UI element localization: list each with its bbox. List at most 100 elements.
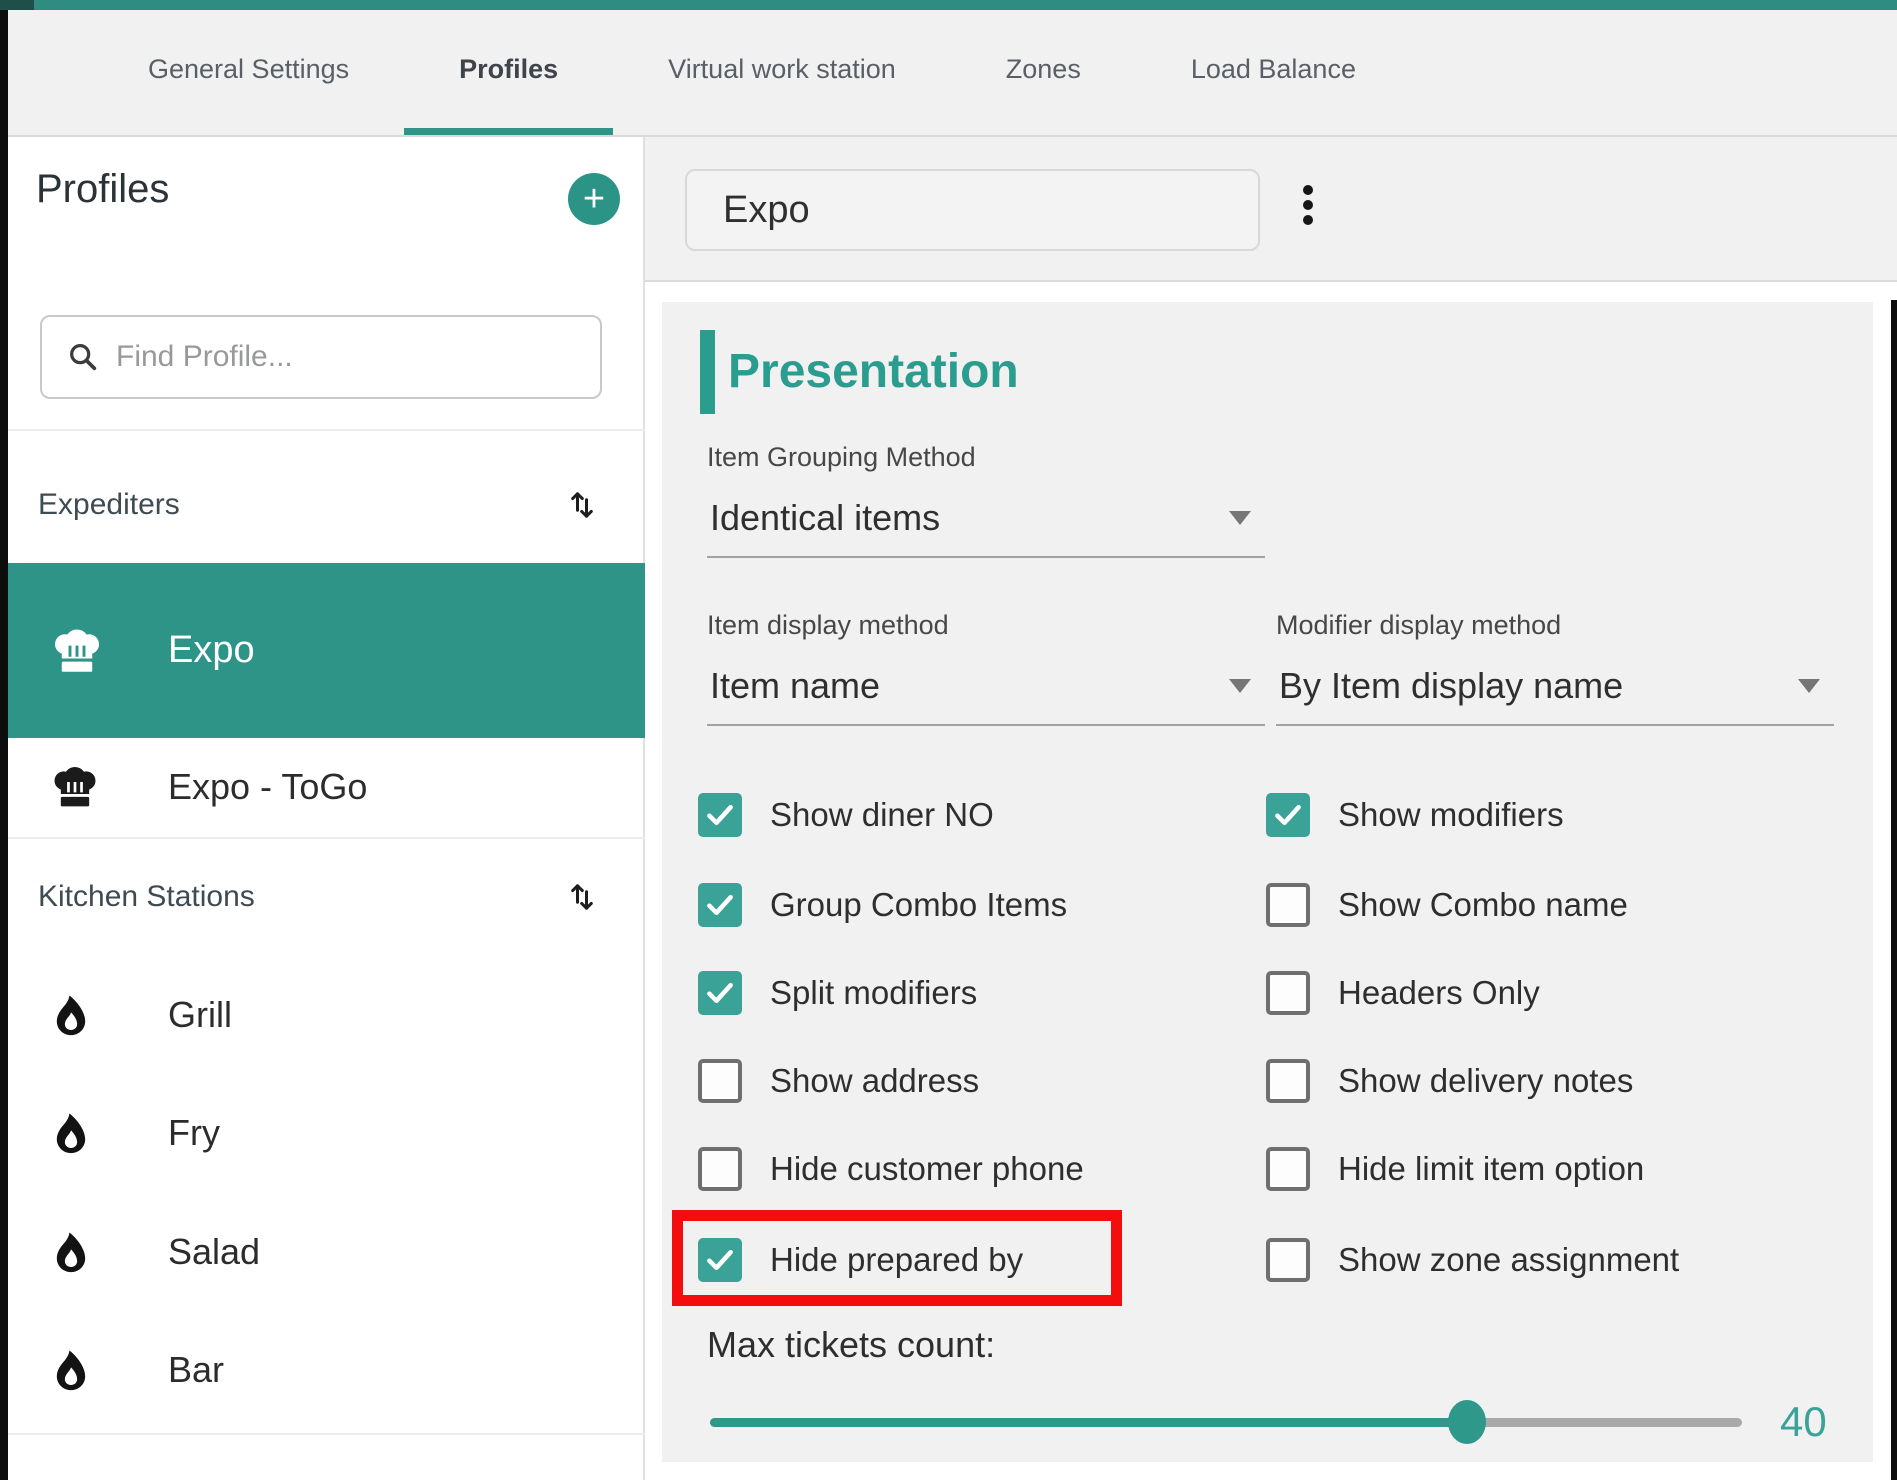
checkbox-group-combo-items[interactable]: Group Combo Items bbox=[698, 883, 1067, 927]
profile-header-bar: Expo bbox=[645, 137, 1897, 282]
sidebar-item-label: Bar bbox=[168, 1349, 224, 1391]
sidebar-item-expo[interactable]: Expo bbox=[8, 563, 645, 738]
max-tickets-label: Max tickets count: bbox=[707, 1324, 995, 1366]
item-grouping-select[interactable]: Identical items bbox=[707, 480, 1265, 558]
checkbox-show-zone-assignment[interactable]: Show zone assignment bbox=[1266, 1238, 1679, 1282]
checkbox[interactable] bbox=[1266, 1147, 1310, 1191]
checkbox[interactable] bbox=[1266, 793, 1310, 837]
checkbox-label: Show zone assignment bbox=[1338, 1241, 1679, 1279]
tab-label: Profiles bbox=[459, 54, 558, 85]
item-grouping-value: Identical items bbox=[707, 497, 940, 539]
settings-tab-bar: General Settings Profiles Virtual work s… bbox=[8, 10, 1897, 137]
sidebar-item-fry[interactable]: Fry bbox=[8, 1088, 645, 1178]
checkbox-label: Split modifiers bbox=[770, 974, 977, 1012]
checkbox-hide-limit-item-option[interactable]: Hide limit item option bbox=[1266, 1147, 1644, 1191]
sidebar-item-expo-togo[interactable]: Expo - ToGo bbox=[8, 738, 645, 836]
checkbox-label: Group Combo Items bbox=[770, 886, 1067, 924]
checkbox-headers-only[interactable]: Headers Only bbox=[1266, 971, 1540, 1015]
kebab-menu-icon[interactable] bbox=[1303, 185, 1313, 225]
checkbox[interactable] bbox=[698, 793, 742, 837]
checkbox-hide-prepared-by[interactable]: Hide prepared by bbox=[698, 1238, 1023, 1282]
modifier-display-label: Modifier display method bbox=[1276, 610, 1561, 641]
checkbox-label: Show Combo name bbox=[1338, 886, 1628, 924]
sidebar-item-salad[interactable]: Salad bbox=[8, 1207, 645, 1297]
tab-label: Zones bbox=[1006, 54, 1081, 85]
chevron-down-icon bbox=[1229, 511, 1251, 525]
checkbox-label: Headers Only bbox=[1338, 974, 1540, 1012]
slider-fill bbox=[710, 1418, 1466, 1427]
window-right-border bbox=[1891, 300, 1897, 1480]
chevron-down-icon bbox=[1798, 679, 1820, 693]
sidebar-item-label: Fry bbox=[168, 1112, 220, 1154]
checkbox[interactable] bbox=[1266, 883, 1310, 927]
checkbox-split-modifiers[interactable]: Split modifiers bbox=[698, 971, 977, 1015]
checkbox-show-delivery-notes[interactable]: Show delivery notes bbox=[1266, 1059, 1633, 1103]
divider bbox=[8, 429, 645, 431]
checkbox-label: Hide customer phone bbox=[770, 1150, 1084, 1188]
max-tickets-slider-track[interactable] bbox=[710, 1418, 1742, 1427]
profiles-sidebar: Profiles + Find Profile... Expediters bbox=[8, 137, 645, 1480]
sidebar-item-label: Expo - ToGo bbox=[168, 766, 367, 808]
tab-general-settings[interactable]: General Settings bbox=[93, 10, 404, 135]
item-grouping-label: Item Grouping Method bbox=[707, 442, 976, 473]
checkbox-label: Show delivery notes bbox=[1338, 1062, 1633, 1100]
chevron-down-icon bbox=[1229, 679, 1251, 693]
checkbox-hide-customer-phone[interactable]: Hide customer phone bbox=[698, 1147, 1084, 1191]
sidebar-item-label: Expo bbox=[168, 629, 255, 672]
checkbox[interactable] bbox=[698, 1147, 742, 1191]
tab-label: Load Balance bbox=[1191, 54, 1356, 85]
flame-icon bbox=[48, 1229, 94, 1275]
section-header-kitchen-stations: Kitchen Stations bbox=[38, 867, 600, 927]
checkbox[interactable] bbox=[1266, 971, 1310, 1015]
checkbox-label: Show address bbox=[770, 1062, 979, 1100]
tab-virtual-work-station[interactable]: Virtual work station bbox=[613, 10, 951, 135]
checkbox[interactable] bbox=[698, 971, 742, 1015]
checkbox[interactable] bbox=[698, 1059, 742, 1103]
search-placeholder: Find Profile... bbox=[116, 340, 293, 374]
flame-icon bbox=[48, 1110, 94, 1156]
flame-icon bbox=[48, 992, 94, 1038]
checkbox-label: Hide limit item option bbox=[1338, 1150, 1644, 1188]
chef-hat-icon bbox=[48, 760, 102, 814]
checkbox-show-address[interactable]: Show address bbox=[698, 1059, 979, 1103]
check-icon bbox=[703, 798, 737, 832]
sort-icon[interactable] bbox=[564, 487, 600, 523]
chef-hat-icon bbox=[48, 622, 106, 680]
section-header-label: Expediters bbox=[38, 488, 180, 522]
tab-zones[interactable]: Zones bbox=[951, 10, 1136, 135]
modifier-display-select[interactable]: By Item display name bbox=[1276, 648, 1834, 726]
divider bbox=[8, 1433, 645, 1435]
section-header-expediters: Expediters bbox=[38, 475, 600, 535]
tab-profiles[interactable]: Profiles bbox=[404, 10, 613, 135]
add-profile-button[interactable]: + bbox=[568, 173, 620, 225]
checkbox-show-combo-name[interactable]: Show Combo name bbox=[1266, 883, 1628, 927]
search-icon bbox=[66, 340, 100, 374]
sort-icon[interactable] bbox=[564, 879, 600, 915]
profile-name-input[interactable]: Expo bbox=[685, 169, 1260, 251]
flame-icon bbox=[48, 1347, 94, 1393]
checkbox-show-modifiers[interactable]: Show modifiers bbox=[1266, 793, 1564, 837]
tab-label: General Settings bbox=[148, 54, 349, 85]
sidebar-item-label: Salad bbox=[168, 1231, 260, 1273]
tab-label: Virtual work station bbox=[668, 54, 896, 85]
checkbox[interactable] bbox=[698, 883, 742, 927]
item-display-select[interactable]: Item name bbox=[707, 648, 1265, 726]
section-accent-bar bbox=[700, 330, 715, 414]
section-title: Presentation bbox=[728, 330, 1019, 414]
item-display-value: Item name bbox=[707, 665, 880, 707]
max-tickets-value: 40 bbox=[1780, 1398, 1827, 1446]
checkbox[interactable] bbox=[698, 1238, 742, 1282]
find-profile-input[interactable]: Find Profile... bbox=[40, 315, 602, 399]
profile-name-value: Expo bbox=[723, 189, 810, 232]
checkbox-show-diner-no[interactable]: Show diner NO bbox=[698, 793, 994, 837]
check-icon bbox=[1271, 798, 1305, 832]
sidebar-item-grill[interactable]: Grill bbox=[8, 970, 645, 1060]
max-tickets-slider-thumb[interactable] bbox=[1448, 1400, 1486, 1444]
presentation-panel: Presentation Item Grouping Method Identi… bbox=[662, 302, 1873, 1462]
checkbox[interactable] bbox=[1266, 1059, 1310, 1103]
window-left-border bbox=[0, 10, 8, 1480]
sidebar-title: Profiles bbox=[36, 167, 169, 212]
tab-load-balance[interactable]: Load Balance bbox=[1136, 10, 1411, 135]
checkbox[interactable] bbox=[1266, 1238, 1310, 1282]
sidebar-item-bar[interactable]: Bar bbox=[8, 1325, 645, 1415]
